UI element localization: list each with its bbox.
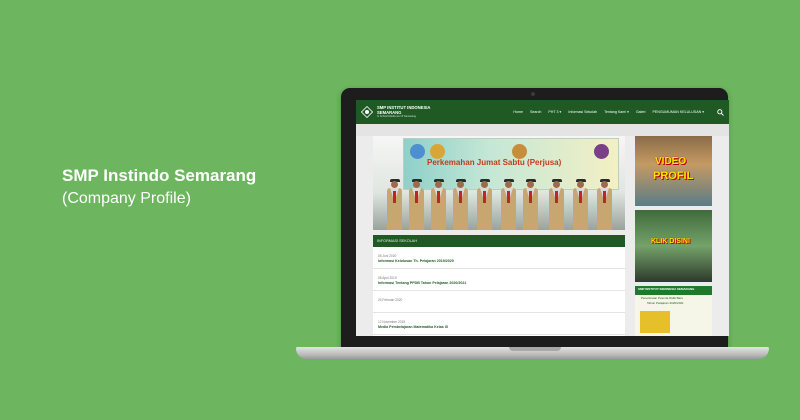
- webcam-icon: [531, 92, 535, 96]
- school-emblem-icon: [361, 106, 373, 118]
- ppdb-banner-year: Tahun Pelajaran 2020/2021: [647, 301, 684, 305]
- banner-logo-icon: [410, 144, 425, 159]
- main-content: Perkemahan Jumat Sabtu (Perjusa) INFORMA…: [373, 136, 712, 336]
- banner-scout-icon: [430, 144, 445, 159]
- brand-text: SMP INSTITUT INDONESIA SEMARANG In Schoo…: [377, 105, 430, 119]
- search-icon[interactable]: [717, 108, 724, 116]
- promo-subtitle: (Company Profile): [62, 190, 191, 207]
- banner-emblem-icon: [512, 144, 527, 159]
- post-title[interactable]: Informasi Tentang PPDB Tahun Pelajaran 2…: [378, 281, 466, 285]
- menu-item-informasi-sekolah[interactable]: Informasi Sekolah: [568, 110, 597, 114]
- slider-banner-title: Perkemahan Jumat Sabtu (Perjusa): [427, 158, 562, 167]
- promo-title: SMP Instindo Semarang: [62, 166, 257, 185]
- info-panel-heading: INFORMASI SEKOLAH: [373, 235, 625, 247]
- hero-slider[interactable]: Perkemahan Jumat Sabtu (Perjusa): [373, 136, 625, 230]
- menu-item-galeri[interactable]: Galeri: [636, 110, 646, 114]
- ad-profil-label: PROFIL: [653, 170, 694, 182]
- site-logo[interactable]: SMP INSTITUT INDONESIA SEMARANG In Schoo…: [361, 105, 430, 119]
- photo-person: [431, 179, 446, 230]
- post-date: 12 November 2019: [378, 320, 406, 324]
- main-menu: Home Search PHT 3 ▾ Informasi Sekolah Te…: [513, 108, 724, 116]
- laptop-screen: SMP INSTITUT INDONESIA SEMARANG In Schoo…: [356, 100, 729, 336]
- promo-text: SMP Instindo Semarang (Company Profile): [62, 166, 256, 209]
- laptop-notch: [509, 347, 561, 351]
- ppdb-banner-info-box: [640, 311, 670, 333]
- post-title[interactable]: Media Pembelajaran Matematika Kelas IX: [378, 325, 448, 329]
- photo-person: [501, 179, 516, 230]
- ad-video-label: VIDEO: [655, 156, 687, 167]
- photo-person: [453, 179, 468, 230]
- menu-item-search[interactable]: Search: [530, 110, 541, 114]
- list-item[interactable]: 24 Februari 2020: [373, 291, 625, 313]
- photo-person: [573, 179, 588, 230]
- post-title[interactable]: Informasi Kelulusan Th. Pelajaran 2019/2…: [378, 259, 454, 263]
- nav-spacer: [356, 124, 729, 136]
- banner-wosm-icon: [594, 144, 609, 159]
- menu-item-pht3[interactable]: PHT 3 ▾: [548, 110, 561, 114]
- menu-item-pengumuman-kelulusan[interactable]: PENGUMUMAN KELULUSAN ▾: [652, 110, 704, 114]
- list-item[interactable]: 05 Juni 2020 Informasi Kelulusan Th. Pel…: [373, 247, 625, 269]
- ad-klik-disini-label: KLIK DISINI: [651, 238, 690, 245]
- ppdb-banner[interactable]: SMP INSTITUT INDONESIA SEMARANG Penerima…: [635, 286, 712, 336]
- photo-person: [387, 179, 402, 230]
- photo-person: [477, 179, 492, 230]
- brand-tagline: In School Media Go Of Semarang: [377, 115, 416, 119]
- ppdb-banner-title: SMP INSTITUT INDONESIA SEMARANG: [638, 287, 695, 291]
- list-item[interactable]: 12 November 2019 Media Pembelajaran Mate…: [373, 313, 625, 335]
- photo-person: [523, 179, 538, 230]
- site-navbar: SMP INSTITUT INDONESIA SEMARANG In Schoo…: [356, 100, 729, 124]
- post-date: 24 Februari 2020: [378, 298, 403, 302]
- photo-person: [597, 179, 612, 230]
- info-panel: INFORMASI SEKOLAH 05 Juni 2020 Informasi…: [373, 235, 625, 336]
- menu-item-home[interactable]: Home: [513, 110, 523, 114]
- ppdb-banner-subtitle: Penerimaan Peserta Didik Baru: [641, 296, 684, 300]
- menu-item-tentang-kami[interactable]: Tentang Kami ▾: [604, 110, 629, 114]
- post-date: 08 April 2019: [378, 276, 397, 280]
- photo-person: [409, 179, 424, 230]
- photo-person: [549, 179, 564, 230]
- video-profile-banner[interactable]: VIDEO PROFIL: [635, 136, 712, 206]
- list-item[interactable]: 08 April 2019 Informasi Tentang PPDB Tah…: [373, 269, 625, 291]
- click-here-banner[interactable]: KLIK DISINI: [635, 210, 712, 282]
- post-date: 05 Juni 2020: [378, 254, 397, 258]
